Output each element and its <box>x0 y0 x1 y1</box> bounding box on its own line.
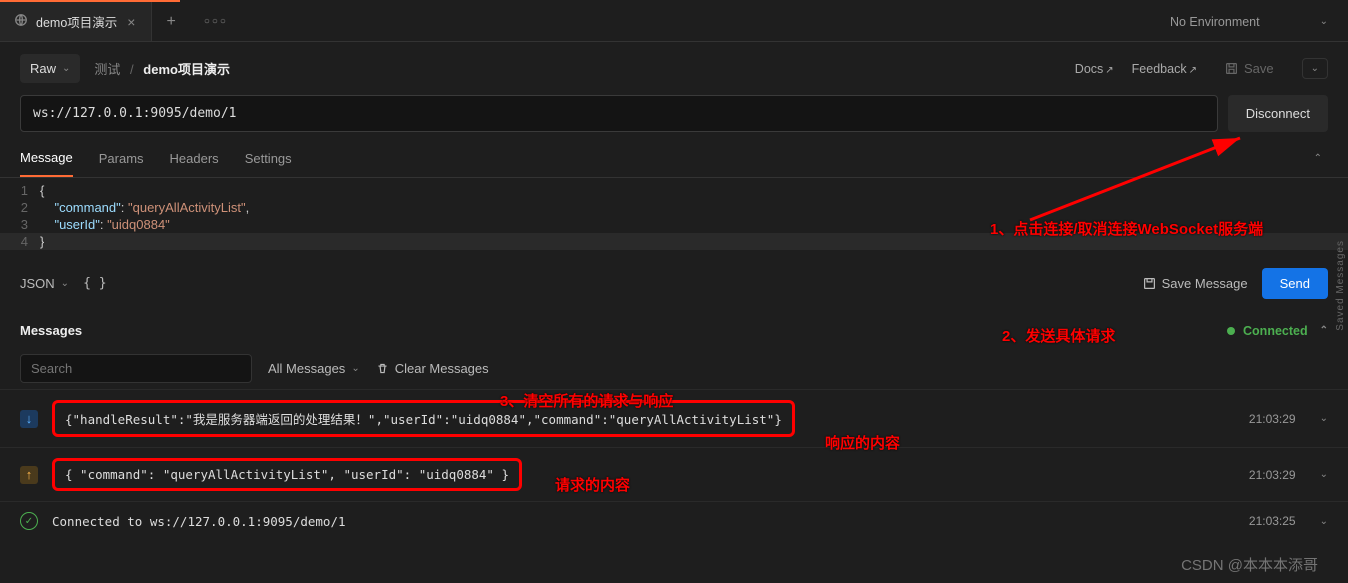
search-input[interactable] <box>20 354 252 383</box>
save-button[interactable]: Save <box>1215 55 1284 82</box>
arrow-up-icon: ↑ <box>20 466 38 484</box>
status-dot-icon <box>1227 327 1235 335</box>
close-icon[interactable]: × <box>125 14 137 30</box>
code-editor[interactable]: 1{ 2 "command": "queryAllActivityList", … <box>0 178 1348 254</box>
filter-row: All Messages ⌄ Clear Messages <box>0 348 1348 389</box>
chevron-down-icon: ⌄ <box>1320 16 1328 27</box>
toolbar: Raw ⌄ 测试 / demo项目演示 Docs↗ Feedback↗ Save… <box>0 42 1348 95</box>
message-row[interactable]: ↑ { "command": "queryAllActivityList", "… <box>0 447 1348 501</box>
check-icon: ✓ <box>20 512 38 530</box>
sub-tabs: Message Params Headers Settings ⌃ <box>0 140 1348 178</box>
saved-messages-sidebar[interactable]: Saved Messages <box>1335 240 1346 331</box>
watermark: CSDN @本本本添哥 <box>1181 554 1318 575</box>
collapse-messages-icon[interactable]: ⌃ <box>1320 325 1328 336</box>
websocket-icon <box>14 13 28 30</box>
breadcrumb-parent[interactable]: 测试 <box>94 62 120 77</box>
url-input[interactable] <box>20 95 1218 132</box>
arrow-down-icon: ↓ <box>20 410 38 428</box>
tab-item[interactable]: demo项目演示 × <box>0 2 152 41</box>
more-tabs-icon[interactable]: ○○○ <box>190 16 242 27</box>
beautify-button[interactable]: { } <box>83 276 106 291</box>
message-time: 21:03:25 <box>1249 514 1296 528</box>
chevron-down-icon: ⌄ <box>61 278 69 289</box>
add-tab-icon[interactable]: + <box>152 13 189 31</box>
docs-link[interactable]: Docs↗ <box>1075 62 1114 76</box>
url-row: Disconnect <box>0 95 1348 132</box>
send-button[interactable]: Send <box>1262 268 1328 299</box>
disconnect-button[interactable]: Disconnect <box>1228 95 1328 132</box>
body-type-dropdown[interactable]: JSON ⌄ <box>20 276 69 291</box>
environment-label: No Environment <box>1170 15 1260 29</box>
collapse-icon[interactable]: ⌃ <box>1308 147 1328 170</box>
message-time: 21:03:29 <box>1249 468 1296 482</box>
messages-label: Messages <box>20 323 82 338</box>
message-row[interactable]: ↓ {"handleResult":"我是服务器端返回的处理结果！","user… <box>0 389 1348 447</box>
json-bar: JSON ⌄ { } Save Message Send <box>0 254 1348 313</box>
chevron-down-icon[interactable]: ⌄ <box>1320 413 1328 424</box>
raw-dropdown[interactable]: Raw ⌄ <box>20 54 80 83</box>
message-row[interactable]: ✓ Connected to ws://127.0.0.1:9095/demo/… <box>0 501 1348 540</box>
tab-bar: demo项目演示 × + ○○○ No Environment ⌄ <box>0 2 1348 42</box>
breadcrumb-current: demo项目演示 <box>143 62 230 77</box>
tab-params[interactable]: Params <box>99 141 144 176</box>
message-content: { "command": "queryAllActivityList", "us… <box>52 458 522 491</box>
tab-message[interactable]: Message <box>20 140 73 177</box>
tab-headers[interactable]: Headers <box>170 141 219 176</box>
save-dropdown-icon[interactable]: ⌄ <box>1302 58 1328 79</box>
chevron-down-icon: ⌄ <box>62 63 70 74</box>
message-content: Connected to ws://127.0.0.1:9095/demo/1 <box>52 514 346 529</box>
connection-status: Connected <box>1227 324 1308 338</box>
message-filter-dropdown[interactable]: All Messages ⌄ <box>268 361 360 376</box>
save-message-button[interactable]: Save Message <box>1143 276 1248 291</box>
message-content: {"handleResult":"我是服务器端返回的处理结果！","userId… <box>52 400 795 437</box>
tab-title: demo项目演示 <box>36 12 117 31</box>
environment-selector[interactable]: No Environment ⌄ <box>1150 15 1348 29</box>
breadcrumb: 测试 / demo项目演示 <box>94 59 230 78</box>
tab-settings[interactable]: Settings <box>245 141 292 176</box>
chevron-down-icon[interactable]: ⌄ <box>1320 516 1328 527</box>
clear-messages-button[interactable]: Clear Messages <box>376 361 489 376</box>
chevron-down-icon[interactable]: ⌄ <box>1320 469 1328 480</box>
chevron-down-icon: ⌄ <box>351 363 359 374</box>
messages-header: Messages Connected ⌃ <box>0 313 1348 348</box>
message-time: 21:03:29 <box>1249 412 1296 426</box>
feedback-link[interactable]: Feedback↗ <box>1132 62 1197 76</box>
